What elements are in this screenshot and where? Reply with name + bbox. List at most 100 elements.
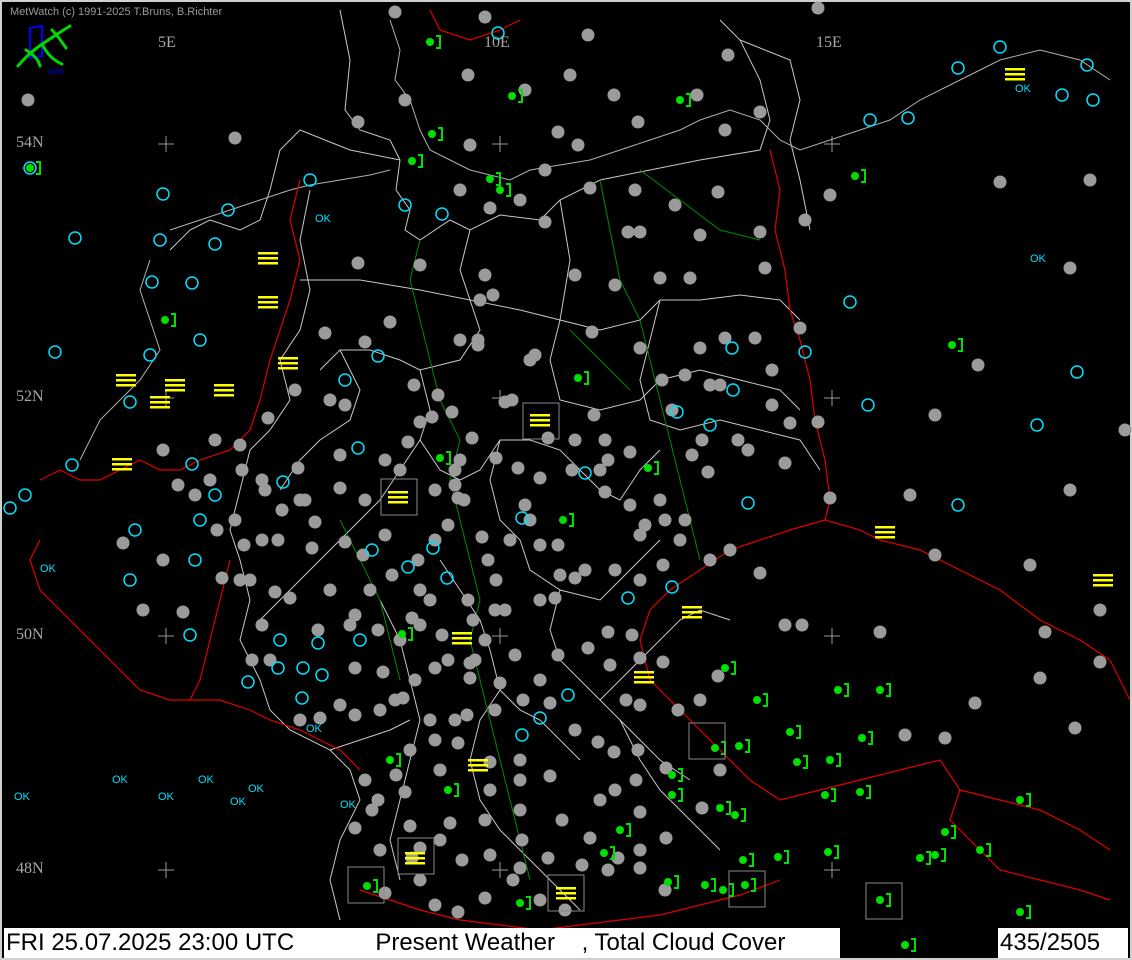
overcast-dot: [633, 805, 647, 819]
rain-bracket: [751, 878, 756, 892]
overcast-dot: [338, 535, 352, 549]
overcast-dot: [156, 553, 170, 567]
overcast-dot: [233, 573, 247, 587]
clear-sky-ring: [156, 187, 170, 201]
overcast-dot: [541, 431, 555, 445]
rain-dot: [931, 851, 939, 859]
clear-sky-ring: [123, 395, 137, 409]
clear-sky-ring: [153, 233, 167, 247]
overcast-dot: [533, 893, 547, 907]
clear-sky-ring: [296, 661, 310, 675]
rain-dot: [664, 878, 672, 886]
latitude-label-52n: 52N: [16, 388, 44, 405]
overcast-dot: [445, 405, 459, 419]
fog-line: [278, 362, 298, 365]
rain-dot: [26, 164, 34, 172]
overcast-dot: [471, 338, 485, 352]
overcast-dot: [656, 655, 670, 669]
fog-line: [258, 296, 278, 299]
overcast-dot: [671, 703, 685, 717]
overcast-dot: [695, 433, 709, 447]
rain-bracket: [729, 883, 734, 897]
overcast-dot: [633, 341, 647, 355]
rain-bracket: [958, 338, 963, 352]
overcast-dot: [453, 183, 467, 197]
overcast-dot: [383, 315, 397, 329]
clear-sky-ring: [193, 333, 207, 347]
overcast-dot: [428, 733, 442, 747]
clear-sky-ring: [951, 61, 965, 75]
overcast-dot: [753, 566, 767, 580]
station-ok-label: OK: [306, 723, 323, 735]
rain-dot: [616, 826, 624, 834]
overcast-dot: [441, 653, 455, 667]
rain-dot: [161, 316, 169, 324]
overcast-dot: [591, 735, 605, 749]
overcast-dot: [993, 175, 1007, 189]
fog-line: [388, 496, 408, 499]
overcast-dot: [453, 333, 467, 347]
rain-dot: [916, 854, 924, 862]
fog-line: [468, 764, 488, 767]
rain-dot: [824, 848, 832, 856]
rain-dot: [398, 630, 406, 638]
overcast-dot: [293, 713, 307, 727]
overcast-dot: [513, 753, 527, 767]
overcast-dot: [628, 183, 642, 197]
overcast-dot: [156, 443, 170, 457]
overcast-dot: [378, 528, 392, 542]
overcast-dot: [633, 843, 647, 857]
rain-bracket: [834, 845, 839, 859]
rain-bracket: [784, 850, 789, 864]
overcast-dot: [483, 755, 497, 769]
overcast-dot: [693, 693, 707, 707]
overcast-dot: [551, 538, 565, 552]
rain-bracket: [711, 878, 716, 892]
station-rain-symbols: [26, 35, 1031, 952]
overcast-dot: [448, 478, 462, 492]
overcast-dot: [451, 905, 465, 919]
overcast-dot: [478, 268, 492, 282]
overcast-dot: [623, 445, 637, 459]
overcast-dot: [625, 628, 639, 642]
clear-sky-ring: [578, 466, 592, 480]
station-ok-label: OK: [315, 213, 332, 225]
station-highlight-boxes: [347, 402, 903, 920]
fog-line: [682, 616, 702, 619]
rain-dot: [668, 771, 676, 779]
overcast-dot: [465, 431, 479, 445]
longitude-label-15e: 15E: [816, 34, 842, 51]
overcast-dot: [633, 651, 647, 665]
rain-bracket: [678, 768, 683, 782]
overcast-dot: [568, 433, 582, 447]
clear-sky-ring: [3, 501, 17, 515]
overcast-dot: [603, 658, 617, 672]
overcast-dot: [583, 831, 597, 845]
clear-sky-ring: [951, 498, 965, 512]
clear-sky-ring: [188, 553, 202, 567]
overcast-dot: [389, 768, 403, 782]
overcast-dot: [435, 628, 449, 642]
overcast-dot: [508, 648, 522, 662]
fog-line: [388, 491, 408, 494]
fog-line: [165, 389, 185, 392]
overcast-dot: [433, 763, 447, 777]
rain-bracket: [866, 785, 871, 799]
overcast-dot: [793, 321, 807, 335]
overcast-dot: [478, 813, 492, 827]
clear-sky-ring: [18, 488, 32, 502]
overcast-dot: [633, 573, 647, 587]
rain-dot: [735, 742, 743, 750]
station-ok-label: OK: [1015, 83, 1032, 95]
overcast-dot: [607, 88, 621, 102]
overcast-dot: [388, 5, 402, 19]
overcast-dot: [488, 703, 502, 717]
rain-dot: [876, 896, 884, 904]
overcast-dot: [298, 493, 312, 507]
rain-dot: [716, 804, 724, 812]
overcast-dot: [555, 813, 569, 827]
overcast-dot: [621, 225, 635, 239]
rain-bracket: [803, 755, 808, 769]
fog-line: [1093, 574, 1113, 577]
overcast-dot: [723, 543, 737, 557]
